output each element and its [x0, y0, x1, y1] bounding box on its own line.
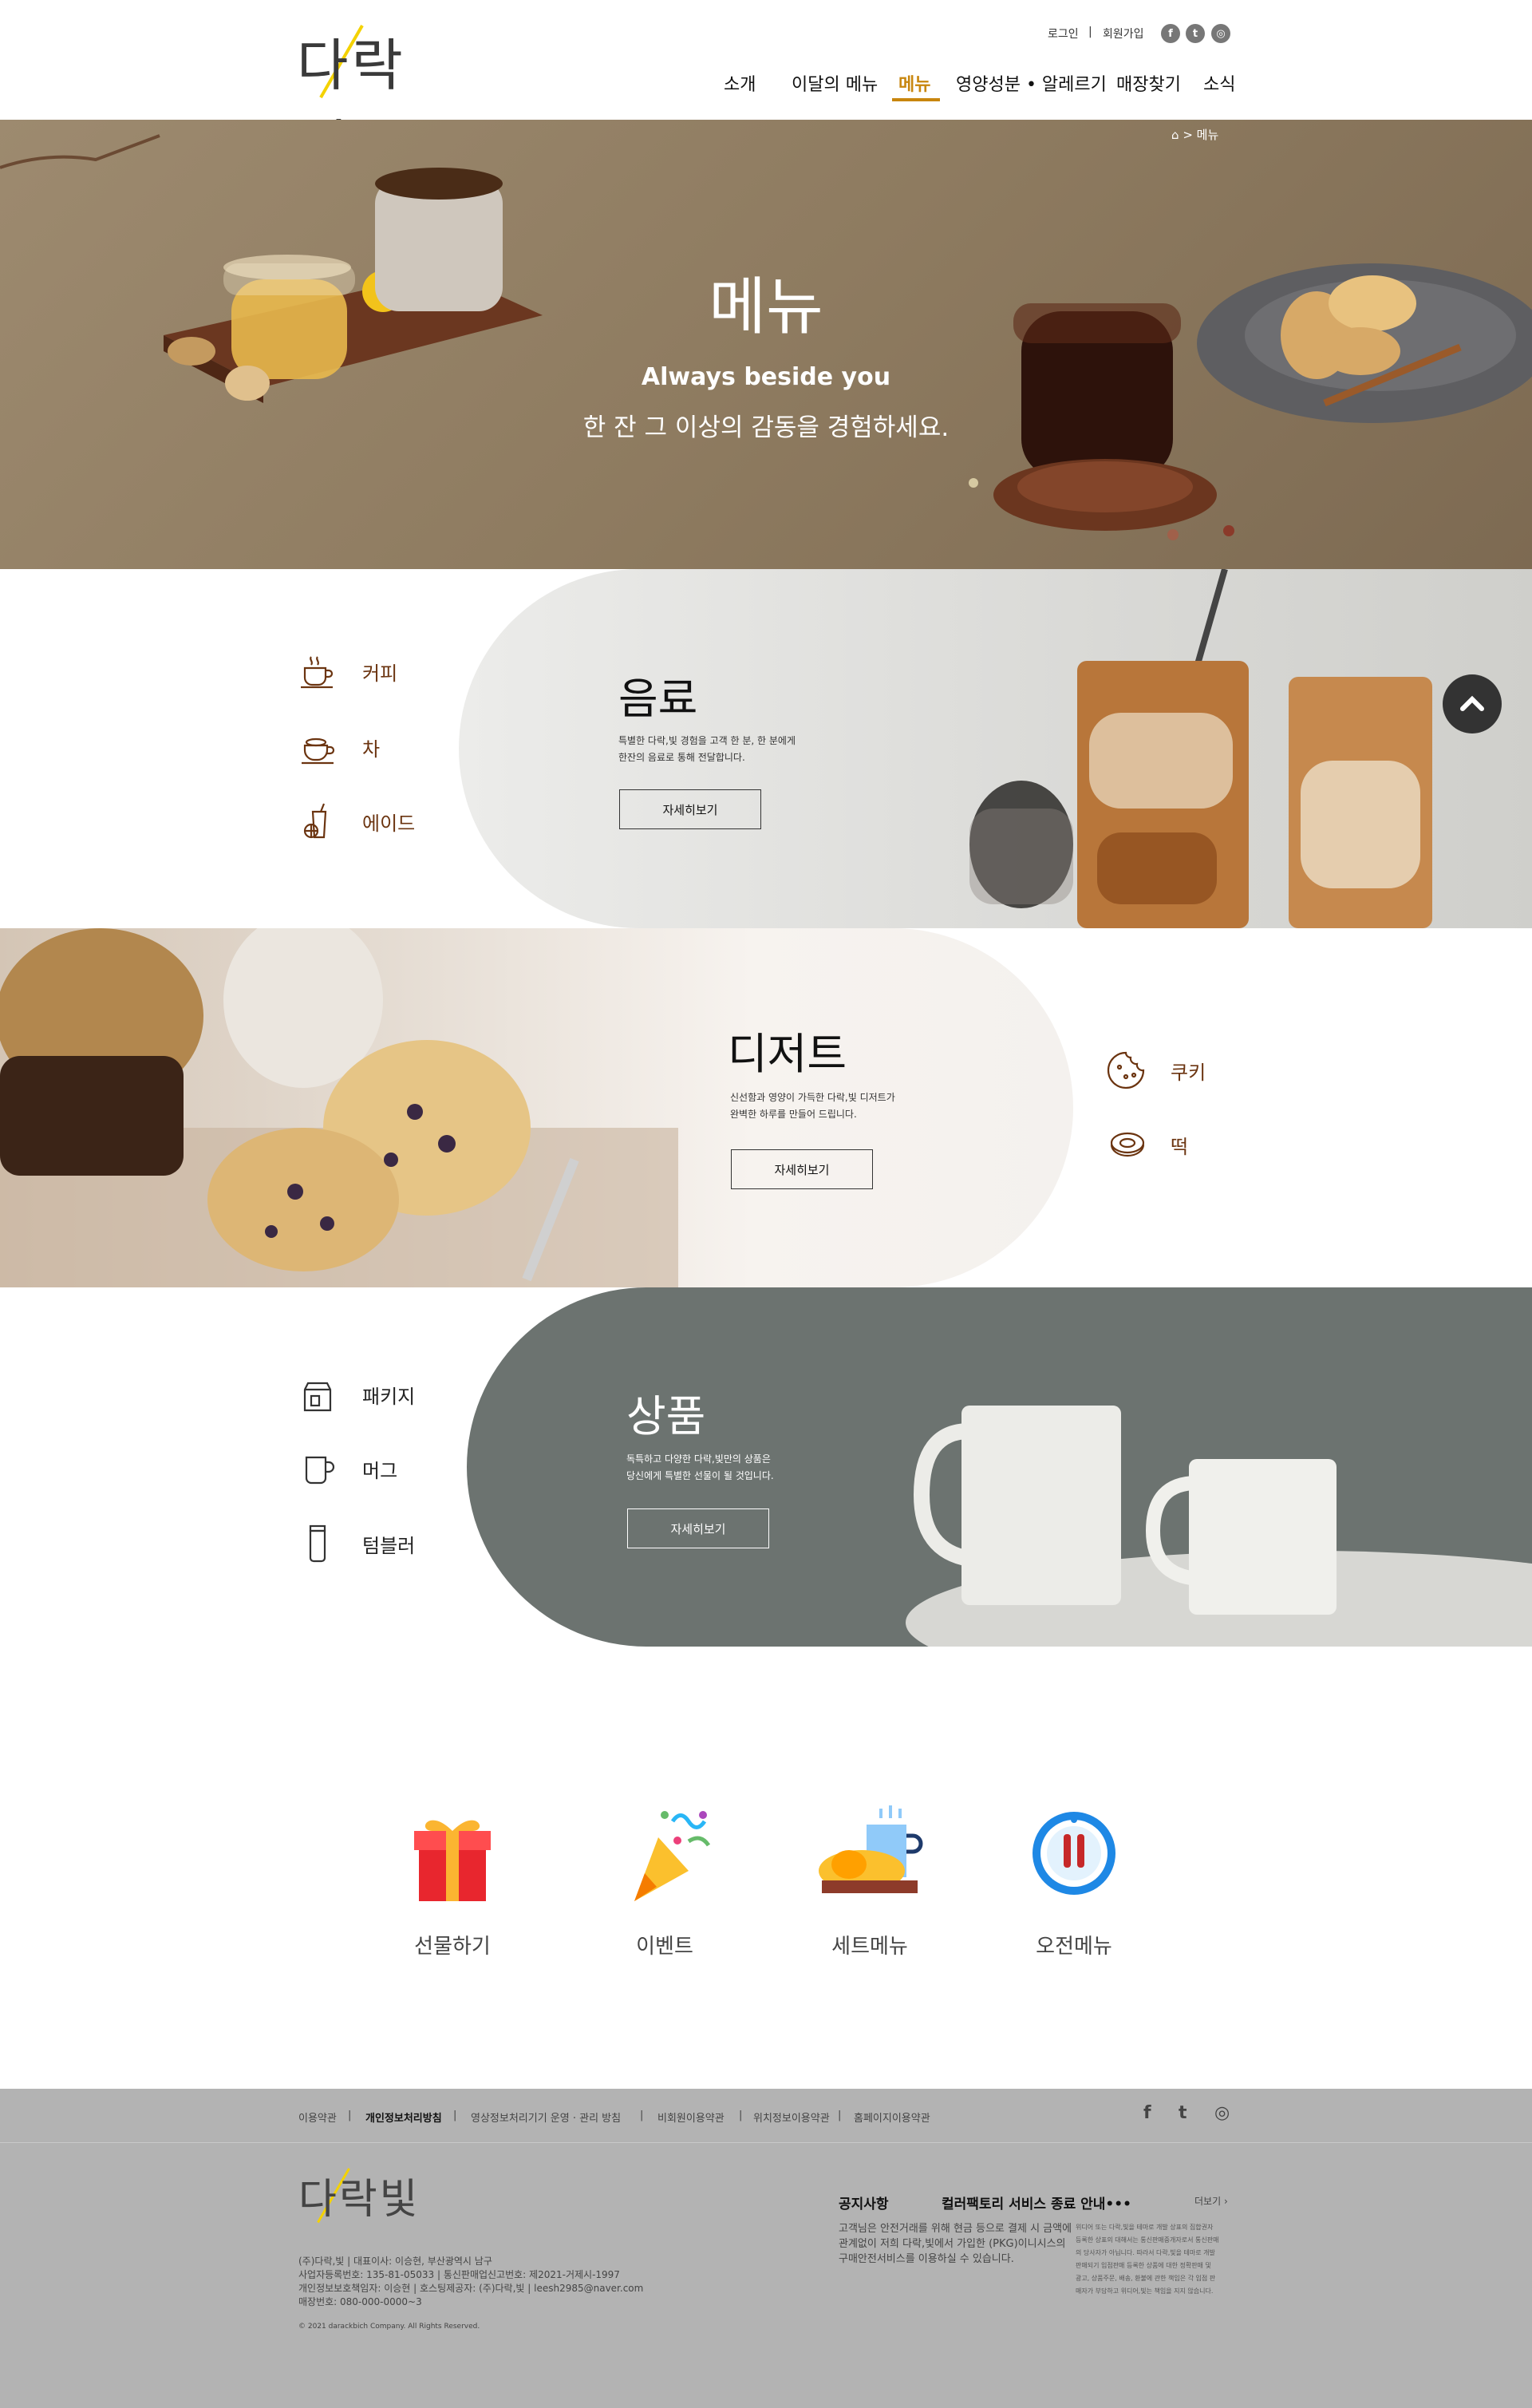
- party-popper-icon: [634, 1811, 711, 1901]
- footer-link-separator: |: [453, 2109, 457, 2121]
- hero-tagline: 한 잔 그 이상의 감동을 경험하세요.: [582, 413, 950, 442]
- twitter-icon[interactable]: t: [1179, 2103, 1187, 2123]
- category-ade[interactable]: 에이드: [297, 801, 415, 842]
- footer-logo-text: 다락빛: [298, 2176, 421, 2224]
- company-info: (주)다락,빛 | 대표이사: 이승현, 부산광역시 남구 사업자등록번호: 1…: [298, 2256, 644, 2307]
- category-label: 패키지: [362, 1385, 416, 1408]
- category-tea[interactable]: 차: [297, 726, 380, 768]
- ade-drink-icon: [297, 801, 338, 842]
- quick-morning-menu[interactable]: 오전메뉴: [1002, 1797, 1146, 1959]
- hero-slogan: Always beside you: [641, 363, 891, 391]
- drink-section: 커피 차 에이드 음료 특별한 다락,빛 경험을 고객 한 분, 한 분에게 한잔…: [0, 569, 1532, 928]
- mug-icon: [297, 1448, 338, 1489]
- nav-item-nutrition-allergy[interactable]: 영양성분 • 알레르기: [956, 70, 1107, 96]
- quick-event[interactable]: 이벤트: [593, 1797, 736, 1959]
- nav-item-menu[interactable]: 메뉴: [898, 70, 930, 96]
- category-label: 차: [362, 737, 381, 761]
- footer-link-privacy[interactable]: 개인정보처리방침: [365, 2109, 442, 2125]
- active-nav-underline: [892, 98, 940, 101]
- breadcrumb-separator: >: [1183, 128, 1193, 142]
- tumbler-icon: [297, 1523, 338, 1564]
- chevron-right-icon: ›: [1223, 2196, 1228, 2207]
- site-header: 다락빛 로그인 | 회원가입 f t ◎ 소개 이달의 메뉴 메뉴 영양성분 •…: [0, 0, 1532, 179]
- package-icon: [297, 1374, 338, 1415]
- notice-label: 공지사항: [839, 2196, 889, 2212]
- facebook-icon[interactable]: f: [1143, 2103, 1151, 2123]
- section-title: 디저트: [728, 1029, 847, 1079]
- site-logo[interactable]: 다락빛: [297, 21, 456, 179]
- footer-link-terms[interactable]: 이용약관: [298, 2109, 337, 2125]
- section-title: 음료: [618, 674, 698, 724]
- nav-item-about[interactable]: 소개: [724, 70, 756, 96]
- category-mug[interactable]: 머그: [297, 1448, 397, 1489]
- quick-label: 이벤트: [636, 1935, 693, 1959]
- footer-link-location-terms[interactable]: 위치정보이용약관: [753, 2109, 830, 2125]
- dessert-more-button[interactable]: 자세히보기: [731, 1149, 873, 1189]
- category-cookie[interactable]: 쿠키: [1105, 1050, 1206, 1091]
- section-description: 신선함과 영양이 가득한 다락,빛 디저트가 완벽한 하루를 만들어 드립니다.: [730, 1092, 895, 1120]
- scroll-to-top-button[interactable]: [1443, 674, 1502, 733]
- quick-label: 오전메뉴: [1036, 1935, 1112, 1959]
- category-label: 에이드: [362, 812, 416, 835]
- category-label: 떡: [1171, 1135, 1189, 1158]
- section-description: 특별한 다락,빛 경험을 고객 한 분, 한 분에게 한잔의 음료로 통해 전달합…: [618, 735, 796, 763]
- footer-link-guest-terms[interactable]: 비회원이용약관: [657, 2109, 725, 2125]
- footer-link-separator: |: [348, 2109, 352, 2121]
- breadcrumb-current: 메뉴: [1196, 128, 1219, 142]
- dessert-section: 디저트 신선함과 영양이 가득한 다락,빛 디저트가 완벽한 하루를 만들어 드립…: [0, 928, 1532, 1287]
- nav-item-monthly-menu[interactable]: 이달의 메뉴: [792, 70, 878, 96]
- footer-links-bar: 이용약관 | 개인정보처리방침 | 영상정보처리기기 운영 · 관리 방침 | …: [0, 2089, 1532, 2143]
- notice-headline[interactable]: 컬러팩토리 서비스 종료 안내•••: [942, 2193, 1131, 2212]
- quick-label: 세트메뉴: [831, 1935, 908, 1959]
- cookie-icon: [1105, 1050, 1147, 1091]
- notice-body: 고객님은 안전거래를 위해 현금 등으로 결제 시 금액에 관계없이 저희 다락…: [839, 2223, 1072, 2265]
- quick-set-menu[interactable]: 세트메뉴: [798, 1797, 942, 1959]
- notice-disclaimer: 위디어 또는 다락,빛을 테마로 개발 상표의 집합권자 등록한 상표의 대해서…: [1076, 2224, 1219, 2295]
- goods-section: 패키지 머그 텀블러 상품 독특하고 다양한 다락,빛만의 상품은 당신에게 특별…: [0, 1287, 1532, 1647]
- category-label: 커피: [362, 662, 398, 685]
- rice-cake-icon: [1105, 1124, 1147, 1165]
- goods-more-button[interactable]: 자세히보기: [627, 1508, 769, 1548]
- instagram-icon[interactable]: ◎: [1211, 24, 1230, 43]
- section-title: 상품: [626, 1391, 706, 1441]
- home-icon[interactable]: ⌂: [1171, 128, 1179, 142]
- category-label: 쿠키: [1171, 1061, 1206, 1084]
- category-label: 머그: [362, 1459, 398, 1482]
- nav-item-news[interactable]: 소식: [1203, 70, 1235, 96]
- site-footer: 다락빛 (주)다락,빛 | 대표이사: 이승현, 부산광역시 남구 사업자등록번…: [0, 2143, 1532, 2408]
- page-title: 메뉴: [709, 271, 823, 343]
- set-menu-icon: [819, 1805, 923, 1893]
- footer-link-cctv[interactable]: 영상정보처리기기 운영 · 관리 방침: [471, 2109, 621, 2125]
- gift-icon: [414, 1820, 491, 1901]
- nav-item-store-locator[interactable]: 매장찾기: [1116, 70, 1181, 96]
- footer-link-separator: |: [739, 2109, 743, 2121]
- copyright: © 2021 darackbich Company. All Rights Re…: [298, 2323, 480, 2331]
- teapot-icon: [297, 726, 338, 768]
- signup-link[interactable]: 회원가입: [1103, 26, 1144, 42]
- footer-link-separator: |: [640, 2109, 644, 2121]
- category-tumbler[interactable]: 텀블러: [297, 1523, 415, 1564]
- footer-logo[interactable]: 다락빛: [298, 2165, 426, 2229]
- category-package[interactable]: 패키지: [297, 1374, 415, 1415]
- instagram-icon[interactable]: ◎: [1214, 2103, 1230, 2123]
- quick-label: 선물하기: [414, 1935, 491, 1959]
- facebook-icon[interactable]: f: [1161, 24, 1180, 43]
- util-separator: |: [1088, 26, 1092, 38]
- breadcrumb: ⌂ > 메뉴: [1171, 126, 1218, 143]
- chevron-up-icon: [1460, 695, 1484, 711]
- login-link[interactable]: 로그인: [1048, 26, 1079, 42]
- notice-more-link[interactable]: 더보기 ›: [1194, 2194, 1228, 2208]
- drink-more-button[interactable]: 자세히보기: [619, 789, 761, 829]
- quick-gift[interactable]: 선물하기: [381, 1797, 524, 1959]
- coffee-cup-icon: [297, 650, 338, 692]
- category-label: 텀블러: [362, 1534, 416, 1557]
- morning-menu-icon: [1033, 1812, 1115, 1895]
- category-coffee[interactable]: 커피: [297, 650, 397, 692]
- section-description: 독특하고 다양한 다락,빛만의 상품은 당신에게 특별한 선물이 될 것입니다.: [626, 1453, 774, 1481]
- twitter-icon[interactable]: t: [1186, 24, 1205, 43]
- category-rice-cake[interactable]: 떡: [1105, 1124, 1188, 1165]
- footer-link-separator: |: [838, 2109, 842, 2121]
- footer-link-site-terms[interactable]: 홈페이지이용약관: [854, 2109, 930, 2125]
- hero-banner: ⌂ > 메뉴 메뉴 Always beside you 한 잔 그 이상의 감동…: [0, 120, 1532, 569]
